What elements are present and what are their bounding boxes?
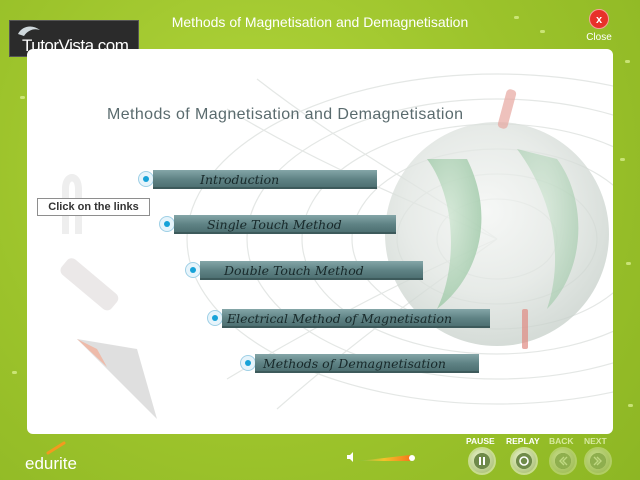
link-bullet-icon — [240, 355, 256, 371]
pause-label: PAUSE — [466, 436, 495, 446]
app-title: Methods of Magnetisation and Demagnetisa… — [171, 14, 469, 30]
link-bar: Double Touch Method — [200, 261, 423, 280]
replay-label: REPLAY — [506, 436, 540, 446]
background-sparkle — [514, 16, 519, 19]
edurite-logo: edurite — [25, 454, 77, 473]
replay-button[interactable] — [510, 447, 538, 475]
link-label: Double Touch Method — [224, 263, 364, 278]
link-label: Methods of Demagnetisation — [263, 356, 446, 371]
background-sparkle — [620, 158, 625, 161]
panel-heading: Methods of Magnetisation and Demagnetisa… — [107, 106, 464, 123]
link-bar: Methods of Demagnetisation — [255, 354, 479, 373]
replay-icon — [516, 453, 532, 469]
link-introduction[interactable]: Introduction — [138, 169, 378, 191]
background-sparkle — [540, 30, 545, 33]
background-sparkle — [625, 60, 630, 63]
pause-button[interactable] — [468, 447, 496, 475]
link-electrical-method[interactable]: Electrical Method of Magnetisation — [207, 308, 493, 330]
link-single-touch-method[interactable]: Single Touch Method — [159, 214, 399, 236]
pause-icon — [474, 453, 490, 469]
link-label: Single Touch Method — [207, 217, 342, 232]
hint-label: Click on the links — [37, 198, 150, 216]
content-panel: Methods of Magnetisation and Demagnetisa… — [27, 49, 613, 434]
link-double-touch-method[interactable]: Double Touch Method — [185, 260, 425, 282]
link-bar: Introduction — [153, 170, 377, 189]
next-button[interactable] — [584, 447, 612, 475]
background-sparkle — [628, 404, 633, 407]
close-button[interactable]: x — [589, 9, 609, 29]
background-sparkle — [20, 96, 25, 99]
link-bar: Single Touch Method — [174, 215, 396, 234]
back-icon — [555, 453, 571, 469]
next-icon — [590, 453, 606, 469]
link-bar: Electrical Method of Magnetisation — [222, 309, 490, 328]
link-label: Introduction — [200, 172, 280, 187]
background-sparkle — [626, 262, 631, 265]
speaker-icon[interactable] — [346, 451, 358, 463]
next-label: NEXT — [584, 436, 607, 446]
back-button[interactable] — [549, 447, 577, 475]
edurite-logo-mark — [46, 441, 66, 455]
link-label: Electrical Method of Magnetisation — [227, 311, 453, 326]
link-bullet-icon — [159, 216, 175, 232]
link-methods-of-demagnetisation[interactable]: Methods of Demagnetisation — [240, 353, 482, 375]
link-bullet-icon — [207, 310, 223, 326]
background-sparkle — [12, 371, 17, 374]
close-icon: x — [595, 14, 603, 26]
link-bullet-icon — [138, 171, 154, 187]
close-label[interactable]: Close — [583, 32, 615, 43]
volume-slider[interactable] — [358, 454, 416, 462]
back-label: BACK — [549, 436, 574, 446]
link-bullet-icon — [185, 262, 201, 278]
